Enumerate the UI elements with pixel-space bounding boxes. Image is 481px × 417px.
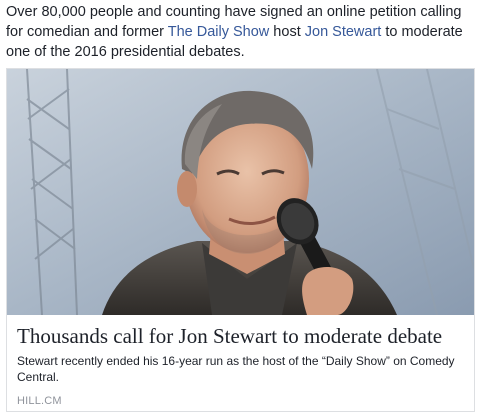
card-image[interactable] [7, 69, 474, 315]
post-text: Over 80,000 people and counting have sig… [6, 2, 478, 62]
card-body[interactable]: Thousands call for Jon Stewart to modera… [7, 315, 474, 411]
card-source: HILL.CM [17, 395, 62, 407]
post-text-middle: host [269, 24, 305, 40]
link-preview-card[interactable]: Thousands call for Jon Stewart to modera… [6, 68, 475, 412]
card-photo [7, 69, 474, 315]
card-description: Stewart recently ended his 16-year run a… [17, 354, 455, 384]
link-the-daily-show[interactable]: The Daily Show [168, 24, 270, 40]
link-jon-stewart[interactable]: Jon Stewart [305, 24, 382, 40]
card-title[interactable]: Thousands call for Jon Stewart to modera… [17, 323, 464, 349]
